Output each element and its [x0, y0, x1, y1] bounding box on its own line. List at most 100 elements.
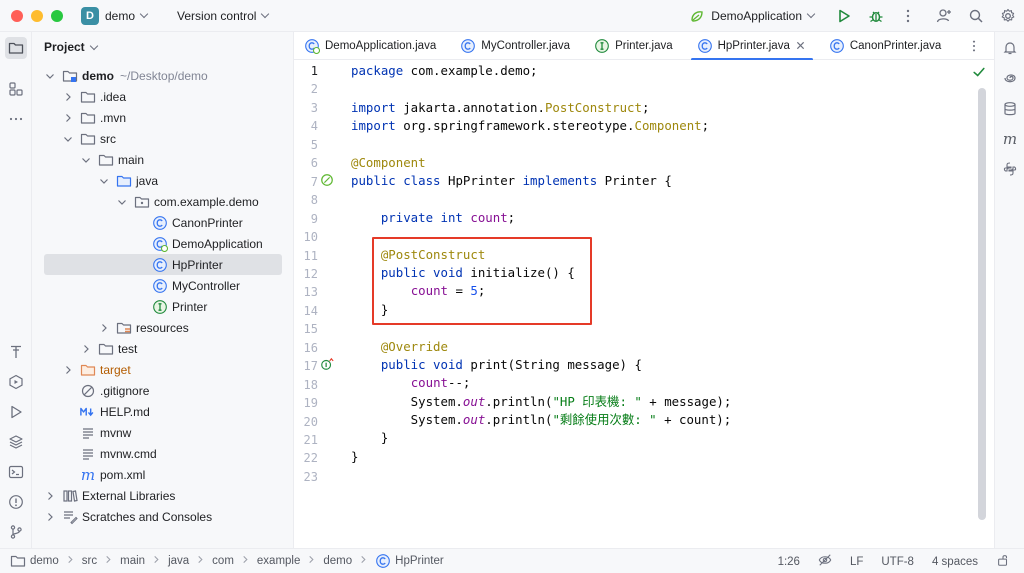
structure-tool-button[interactable]: [5, 78, 27, 100]
project-tree-item[interactable]: HpPrinter: [44, 254, 282, 275]
ai-assistant-tool-button[interactable]: [999, 67, 1021, 89]
power-save-icon[interactable]: [818, 553, 832, 570]
add-user-icon: [936, 9, 951, 23]
caret-position[interactable]: 1:26: [778, 556, 800, 568]
services-tool-button[interactable]: [5, 371, 27, 393]
project-tree-item[interactable]: .gitignore: [44, 380, 282, 401]
editor-tab[interactable]: HpPrinter.java: [690, 32, 814, 61]
project-name-dropdown[interactable]: demo: [105, 9, 135, 23]
more-tools-button[interactable]: [5, 108, 27, 130]
code-editor[interactable]: 1 2 3 4 5 6 7 8 9 10 11 12 13 14 15 16 17 18 19 20 21 22 23 pa…: [294, 60, 994, 548]
project-tree-item[interactable]: mvnw.cmd: [44, 443, 282, 464]
run-tool-button[interactable]: [5, 401, 27, 423]
chevron-down-icon[interactable]: [80, 154, 92, 166]
maven-tool-button[interactable]: m: [999, 128, 1021, 150]
breadcrumb-item[interactable]: com: [212, 555, 234, 567]
vertical-scrollbar[interactable]: [978, 88, 986, 520]
project-tree-item[interactable]: test: [44, 338, 282, 359]
indent-setting[interactable]: 4 spaces: [932, 556, 978, 568]
close-tab-icon[interactable]: [796, 39, 805, 53]
version-control-dropdown[interactable]: Version control: [177, 9, 256, 23]
run-button[interactable]: [828, 0, 860, 32]
project-tree-item[interactable]: MyController: [44, 275, 282, 296]
project-tree-item[interactable]: resources: [44, 317, 282, 338]
editor-tab[interactable]: CanonPrinter.java: [823, 32, 949, 60]
project-tree-item[interactable]: demo ~/Desktop/demo: [44, 65, 282, 86]
chevron-down-icon[interactable]: [44, 70, 56, 82]
project-tree-item[interactable]: src: [44, 128, 282, 149]
breadcrumb-item[interactable]: demo: [323, 555, 352, 567]
python-console-tool-button[interactable]: [999, 158, 1021, 180]
minimize-window-button[interactable]: [31, 9, 43, 22]
problems-tool-button[interactable]: [5, 491, 27, 513]
notifications-tool-button[interactable]: [999, 37, 1021, 59]
project-tree-item[interactable]: m pom.xml: [44, 464, 282, 485]
tree-item-label: mvnw: [100, 425, 132, 440]
project-tree-item[interactable]: target: [44, 359, 282, 380]
code-line-7: public class HpPrinter implements Printe…: [351, 173, 672, 188]
project-panel-title[interactable]: Project: [44, 40, 98, 54]
chevron-right-icon[interactable]: [62, 112, 74, 124]
editor-tab[interactable]: DemoApplication.java: [298, 32, 444, 60]
project-tree-item[interactable]: com.example.demo: [44, 191, 282, 212]
chevron-right-icon[interactable]: [80, 343, 92, 355]
chevron-right-icon[interactable]: [62, 364, 74, 376]
chevron-right-icon[interactable]: [62, 91, 74, 103]
close-window-button[interactable]: [11, 9, 23, 22]
project-tree-item[interactable]: .idea: [44, 86, 282, 107]
spring-bean-gutter-icon[interactable]: [320, 173, 334, 187]
terminal-tool-button[interactable]: [5, 461, 27, 483]
tabs-more-button[interactable]: [964, 32, 984, 60]
project-tree-item[interactable]: External Libraries: [44, 485, 282, 506]
project-tree-item[interactable]: CanonPrinter: [44, 212, 282, 233]
more-actions-button[interactable]: [892, 0, 924, 32]
editor-tab[interactable]: Printer.java: [588, 32, 681, 60]
add-user-button[interactable]: [928, 0, 960, 32]
breadcrumb-item[interactable]: example: [257, 555, 300, 567]
right-tool-stripe: m: [994, 32, 1024, 548]
chevron-right-icon[interactable]: [44, 511, 56, 523]
editor-tab[interactable]: MyController.java: [454, 32, 578, 60]
spring-endpoints-tool-button[interactable]: [5, 341, 27, 363]
line-separator[interactable]: LF: [850, 556, 863, 568]
project-tree-item[interactable]: DemoApplication: [44, 233, 282, 254]
project-tree-item[interactable]: .mvn: [44, 107, 282, 128]
project-badge[interactable]: D: [81, 6, 99, 25]
git-tool-button[interactable]: [5, 521, 27, 543]
zoom-window-button[interactable]: [51, 9, 63, 22]
chevron-down-icon[interactable]: [98, 175, 110, 187]
breadcrumb-item[interactable]: java: [168, 555, 189, 567]
file-encoding[interactable]: UTF-8: [881, 556, 914, 568]
breadcrumb-separator-icon: [308, 555, 315, 567]
project-tree-item[interactable]: Scratches and Consoles: [44, 506, 282, 527]
chevron-down-icon[interactable]: [116, 196, 128, 208]
run-configuration-selector[interactable]: DemoApplication: [689, 8, 816, 24]
lock-icon[interactable]: [996, 553, 1010, 570]
project-tree-item[interactable]: main: [44, 149, 282, 170]
settings-button[interactable]: [992, 0, 1024, 32]
debug-button[interactable]: [860, 0, 892, 32]
project-tool-button[interactable]: [5, 37, 27, 59]
chevron-down-icon[interactable]: [62, 133, 74, 145]
project-tree-item[interactable]: Printer: [44, 296, 282, 317]
chevron-right-icon[interactable]: [98, 322, 110, 334]
breadcrumb-item[interactable]: main: [120, 555, 145, 567]
line-number: 21: [303, 433, 318, 447]
class-icon: [829, 38, 845, 54]
implements-method-gutter-icon[interactable]: [320, 357, 334, 371]
project-tool-window: Project demo ~/Desktop/demo .idea .mvn src ma…: [32, 32, 294, 548]
breadcrumb-item[interactable]: demo: [30, 555, 59, 567]
chevron-right-icon[interactable]: [44, 490, 56, 502]
project-tree-item[interactable]: mvnw: [44, 422, 282, 443]
run-icon: [839, 9, 850, 23]
search-everywhere-button[interactable]: [960, 0, 992, 32]
line-number: 4: [310, 119, 318, 134]
no-problems-check-icon[interactable]: [972, 65, 986, 82]
layers-tool-button[interactable]: [5, 431, 27, 453]
database-tool-button[interactable]: [999, 98, 1021, 120]
project-tree-item[interactable]: java: [44, 170, 282, 191]
breadcrumb-separator-icon: [153, 555, 160, 567]
project-tree-item[interactable]: HELP.md: [44, 401, 282, 422]
breadcrumb-item[interactable]: src: [82, 555, 97, 567]
breadcrumb-item[interactable]: HpPrinter: [395, 555, 444, 567]
